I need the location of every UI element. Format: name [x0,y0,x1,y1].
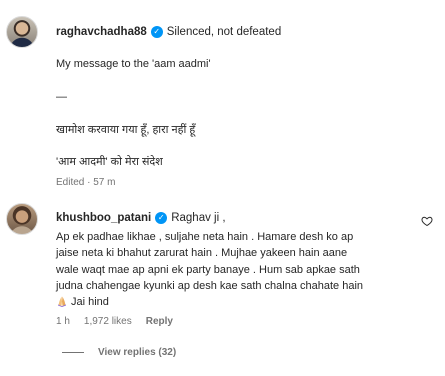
post-author-avatar[interactable] [6,16,38,48]
comment-header: khushboo_patani ✓ Raghav ji , [56,212,226,224]
comment-actions: 1 h 1,972 likes Reply [56,316,173,327]
comment-body: Ap ek padhae likhae , suljahe neta hain … [56,229,408,310]
comment-line: Jai hind [71,296,109,309]
comment-lead-text: Raghav ji , [171,212,226,224]
comment-line: wale waqt mae ap apni ek party banaye . … [56,263,360,276]
view-replies-dash [62,352,84,353]
folded-hands-emoji-icon [58,296,66,308]
caption-meta: Edited · 57 m [56,177,116,188]
caption-header: raghavchadha88 ✓ Silenced, not defeated [56,26,281,38]
comment-line: judna chahengae kyunki ap desh kae sath … [56,279,364,292]
heart-outline-icon[interactable] [421,215,433,227]
reply-button[interactable]: Reply [146,316,173,327]
caption-lead-text: Silenced, not defeated [166,26,282,38]
view-replies-button[interactable]: View replies (32) [62,347,176,358]
comment-time: 1 h [56,316,70,327]
commenter-avatar[interactable] [6,203,38,235]
verified-badge-icon: ✓ [155,212,168,224]
comment-line: Ap ek padhae likhae , suljahe neta hain … [56,231,354,243]
caption-line: — [56,91,67,103]
comment-last-line: Jai hind [56,294,408,310]
commenter-username[interactable]: khushboo_patani [56,212,151,224]
post-author-username[interactable]: raghavchadha88 [56,26,147,38]
verified-badge-icon: ✓ [150,26,163,38]
view-replies-label: View replies (32) [98,347,177,358]
caption-line: 'आम आदमी' को मेरा संदेश [56,156,163,168]
caption-line: खामोश करवाया गया हूँ, हारा नहीं हूँ [56,124,196,136]
comment-line: jaise neta ki bhahut zarurat hain . Mujh… [56,247,348,260]
comment-likes-link[interactable]: 1,972 likes [84,316,132,327]
caption-line: My message to the 'aam aadmi' [56,58,211,70]
